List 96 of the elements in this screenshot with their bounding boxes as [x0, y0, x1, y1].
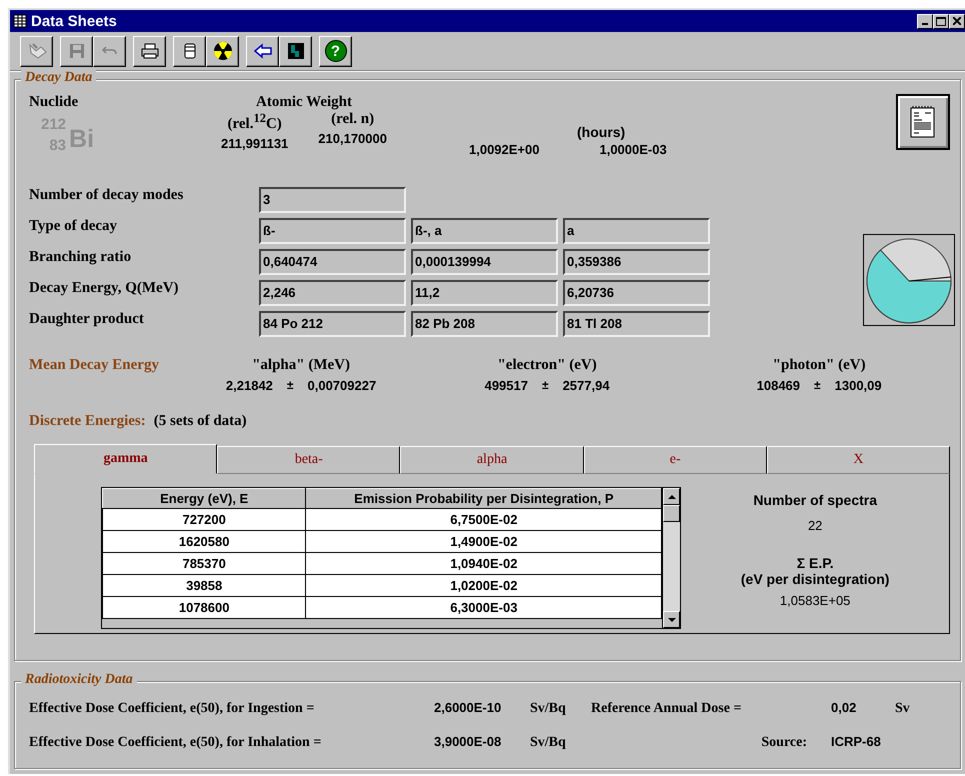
value-field: 81 Tl 208	[563, 311, 710, 337]
value-field: 6,20736	[563, 280, 710, 306]
field-label: Branching ratio	[29, 249, 132, 266]
value-field: 2,246	[259, 280, 406, 306]
group-title: Decay Data	[21, 70, 96, 86]
tab[interactable]: X	[766, 446, 950, 474]
value-text: 1,0092E+00	[469, 142, 540, 157]
tab[interactable]: gamma	[34, 444, 218, 474]
value-text: ICRP-68	[831, 734, 882, 749]
column-label: "electron" (eV)	[497, 357, 597, 374]
printer-button[interactable]	[133, 36, 166, 66]
table-cell: 39858	[102, 574, 306, 596]
field-label: Atomic Weight	[256, 94, 352, 111]
value-text: 1,0000E-03	[599, 142, 667, 157]
column-label: "photon" (eV)	[772, 357, 866, 374]
info-label: Σ E.P.	[796, 555, 834, 571]
column-label: (rel.$^{12}$C)	[228, 111, 282, 133]
value-text: 2,21842	[226, 378, 273, 393]
plus-minus-sign: ±	[542, 378, 549, 393]
note-text: (5 sets of data)	[154, 413, 247, 430]
maximize-button[interactable]	[933, 14, 949, 28]
column-label: (rel. n)	[331, 111, 374, 128]
unit-text: Sv/Bq	[530, 735, 567, 751]
column-label: (hours)	[577, 124, 626, 140]
value-field: ß-, a	[411, 218, 558, 244]
value-field: 82 Pb 208	[411, 311, 558, 337]
notes-button[interactable]	[896, 94, 950, 150]
value-text: 22	[808, 518, 822, 533]
unit-text: Sv	[895, 701, 911, 717]
value-text: 0,02	[831, 700, 858, 715]
column-header[interactable]: Emission Probability per Disintegration, P	[306, 488, 662, 508]
window-title: Data Sheets	[31, 12, 118, 30]
value-field: 0,359386	[563, 249, 710, 275]
scrollbar[interactable]	[662, 488, 680, 628]
field-label: Decay Energy, Q(MeV)	[29, 280, 180, 297]
scroll-up-button[interactable]	[663, 488, 680, 505]
value-text: 1,0583E+05	[780, 593, 850, 608]
value-text: 1300,09	[834, 378, 882, 393]
table-cell: 6,7500E-02	[306, 508, 662, 530]
field-label: Nuclide	[29, 94, 80, 111]
value-field: 0,000139994	[411, 249, 558, 275]
field-label: Number of decay modes	[29, 187, 184, 204]
value-field: 3	[259, 187, 406, 213]
radiation-button[interactable]	[206, 36, 239, 66]
value-field: a	[563, 218, 710, 244]
tab[interactable]: alpha	[400, 446, 584, 474]
value-text: 108469	[756, 378, 800, 393]
help-button[interactable]: ?	[319, 36, 352, 66]
info-label: Number of spectra	[753, 492, 878, 508]
unit-text: Sv/Bq	[530, 701, 567, 717]
plus-minus-sign: ±	[286, 378, 294, 393]
close-button[interactable]	[949, 14, 965, 28]
column-header[interactable]: Energy (eV), E	[102, 488, 306, 508]
field-label: Daughter product	[29, 311, 145, 328]
value-field: ß-	[259, 218, 406, 244]
close-icon	[953, 17, 961, 25]
table-cell: 1,0200E-02	[306, 574, 662, 596]
tab[interactable]: e-	[584, 446, 767, 474]
field-label: Source:	[760, 735, 807, 751]
value-text: 0,00709227	[308, 378, 376, 393]
scroll-thumb[interactable]	[663, 505, 680, 522]
arrow-left-button[interactable]	[246, 36, 279, 66]
scroll-down-button[interactable]	[663, 611, 680, 628]
tile-button[interactable]	[279, 36, 312, 66]
value-text: 211,991131	[221, 136, 288, 151]
value-text: 210,170000	[318, 131, 387, 146]
info-label: (eV per disintegration)	[740, 571, 890, 587]
value-text: 3,9000E-08	[434, 734, 502, 749]
table-cell: 1,4900E-02	[306, 530, 662, 552]
section-label: Mean Decay Energy	[29, 357, 160, 375]
field-label: Reference Annual Dose =	[591, 701, 742, 717]
column-label: "alpha" (MeV)	[252, 357, 350, 374]
field-label: Type of decay	[29, 218, 118, 235]
table-cell: 727200	[102, 508, 306, 530]
table-cell: 785370	[102, 552, 306, 574]
value-field: 0,640474	[259, 249, 406, 275]
table-cell: 1078600	[102, 596, 306, 618]
minimize-button[interactable]	[917, 14, 933, 28]
value-text: 2577,94	[562, 378, 610, 393]
table-cell: 6,3000E-03	[306, 596, 662, 618]
value-field: 84 Po 212	[259, 311, 406, 337]
table-cell: 1620580	[102, 530, 306, 552]
notepad-icon	[910, 106, 936, 138]
field-label: Effective Dose Coefficient, e(50), for Inhalation =	[29, 735, 322, 751]
maximize-icon	[936, 16, 946, 26]
field-label: Effective Dose Coefficient, e(50), for Ingestion =	[29, 701, 316, 717]
plus-minus-sign: ±	[814, 378, 821, 393]
cylinder-button[interactable]	[173, 36, 206, 66]
value-field: 11,2	[411, 280, 558, 306]
value-text: 2,6000E-10	[434, 700, 502, 715]
section-label: Discrete Energies:	[29, 413, 146, 430]
tab[interactable]: beta-	[217, 446, 400, 474]
group-title: Radiotoxicity Data	[21, 672, 137, 688]
sheet-icon	[13, 14, 27, 28]
value-text: 499517	[484, 378, 528, 393]
table-cell: 1,0940E-02	[306, 552, 662, 574]
